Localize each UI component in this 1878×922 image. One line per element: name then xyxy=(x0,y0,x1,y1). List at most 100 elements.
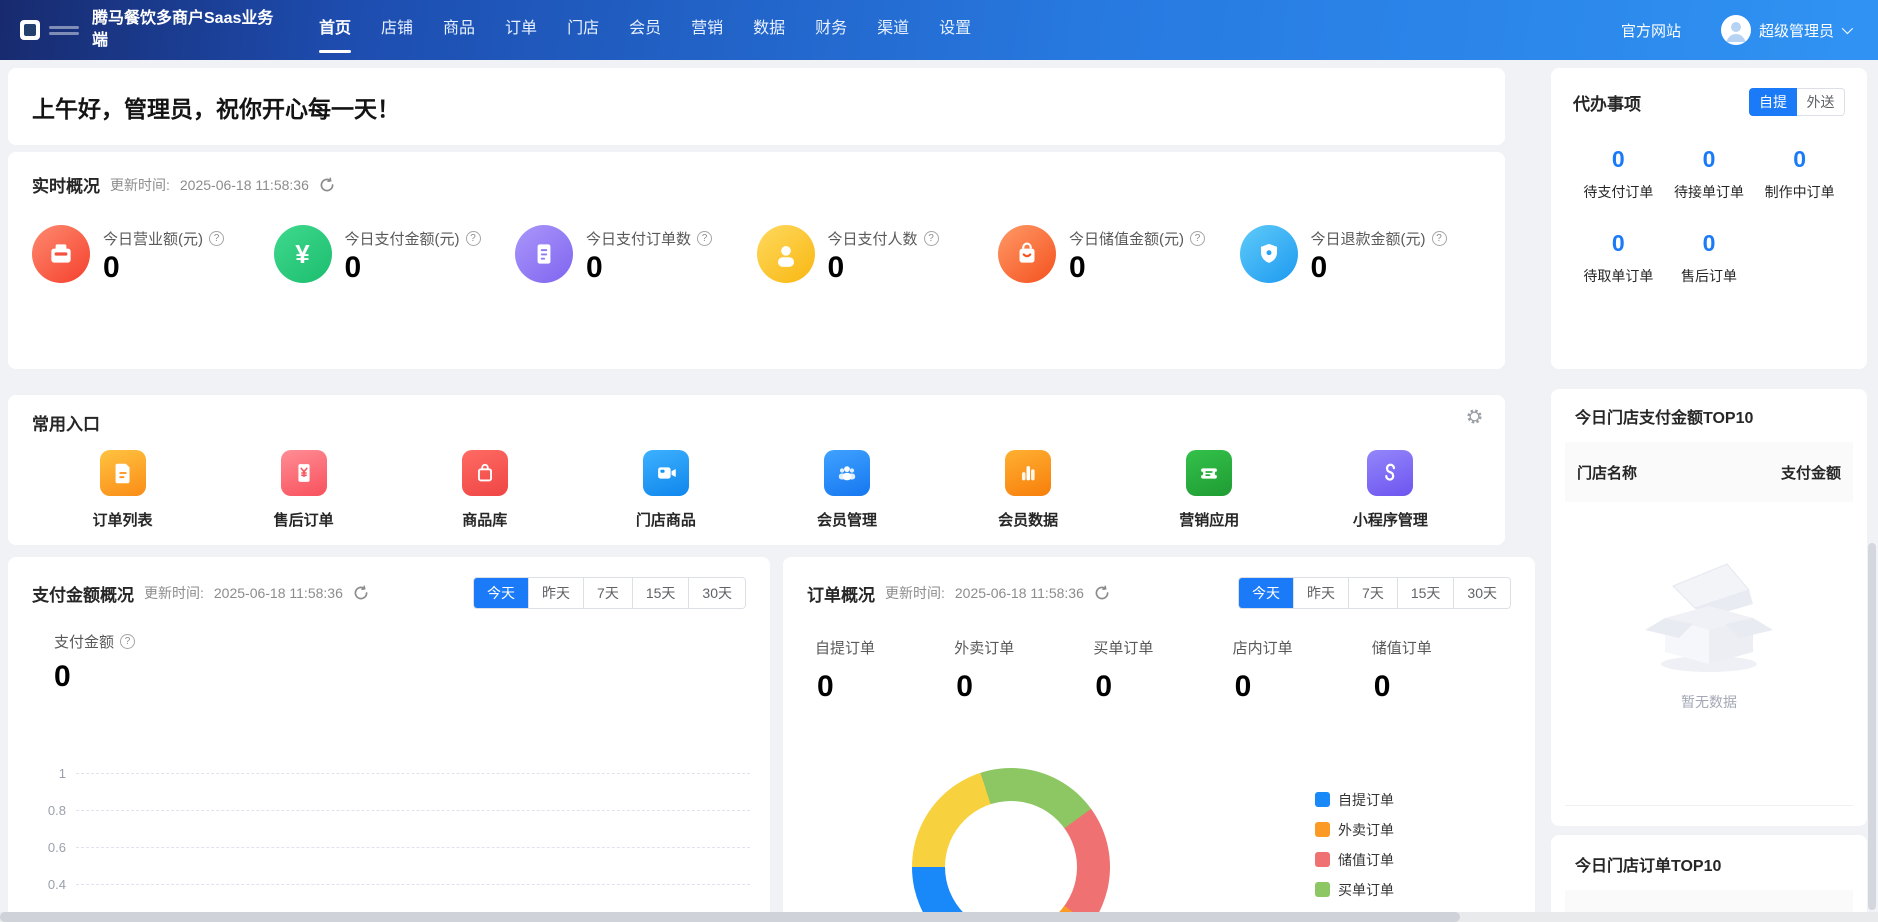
entry-order-list[interactable]: 订单列表 xyxy=(93,450,153,530)
shield-icon xyxy=(1240,225,1298,283)
stat-pay-amount: ¥ 今日支付金额(元)? 0 xyxy=(274,225,516,285)
cash-register-icon xyxy=(32,225,90,283)
entry-after-sale-orders[interactable]: 售后订单 xyxy=(274,450,334,530)
menu-item-settings[interactable]: 设置 xyxy=(924,0,986,60)
y-tick: 0.8 xyxy=(32,803,66,818)
menu-item-marketing[interactable]: 营销 xyxy=(676,0,738,60)
menu-item-orders[interactable]: 订单 xyxy=(490,0,552,60)
stat-value: 0 xyxy=(828,251,939,285)
entry-label: 小程序管理 xyxy=(1353,509,1428,530)
horizontal-scrollbar-track[interactable] xyxy=(0,912,1878,922)
legend-label: 自提订单 xyxy=(1338,790,1394,810)
menu-item-stores[interactable]: 门店 xyxy=(552,0,614,60)
tab-today[interactable]: 今天 xyxy=(474,578,528,608)
stat-value: 0 xyxy=(103,251,224,285)
menu-item-channels[interactable]: 渠道 xyxy=(862,0,924,60)
entry-member-manage[interactable]: 会员管理 xyxy=(817,450,877,530)
entry-marketing-apps[interactable]: 营销应用 xyxy=(1179,450,1239,530)
tab-15days[interactable]: 15天 xyxy=(632,578,689,608)
vertical-scrollbar-thumb[interactable] xyxy=(1868,543,1876,910)
help-icon[interactable]: ? xyxy=(209,231,224,246)
help-icon[interactable]: ? xyxy=(1432,231,1447,246)
order-stat-stored: 储值订单 0 xyxy=(1372,637,1511,704)
todo-item-unpaid[interactable]: 0 待支付订单 xyxy=(1573,146,1664,202)
tab-15days[interactable]: 15天 xyxy=(1397,578,1454,608)
todo-value: 0 xyxy=(1664,146,1755,173)
shopping-bag-icon xyxy=(998,225,1056,283)
user-avatar xyxy=(1721,15,1751,45)
person-icon xyxy=(1721,15,1751,45)
update-time: 2025-06-18 11:58:36 xyxy=(955,585,1084,601)
order-stat-value: 0 xyxy=(1374,670,1511,704)
official-site-link[interactable]: 官方网站 xyxy=(1621,20,1681,41)
tab-yesterday[interactable]: 昨天 xyxy=(528,578,583,608)
help-icon[interactable]: ? xyxy=(924,231,939,246)
legend-item-paybill[interactable]: 买单订单 xyxy=(1315,879,1394,900)
stat-label: 今日支付订单数 xyxy=(586,228,691,249)
horizontal-scrollbar-thumb[interactable] xyxy=(0,912,1460,922)
todo-item-making[interactable]: 0 制作中订单 xyxy=(1754,146,1845,202)
navbar-right: 官方网站 超级管理员 xyxy=(1621,15,1850,45)
legend-item-pickup[interactable]: 自提订单 xyxy=(1315,789,1394,810)
tab-30days[interactable]: 30天 xyxy=(1453,578,1510,608)
todo-label: 制作中订单 xyxy=(1754,182,1845,202)
entry-label: 门店商品 xyxy=(636,509,696,530)
help-icon[interactable]: ? xyxy=(697,231,712,246)
help-icon[interactable]: ? xyxy=(466,231,481,246)
menu-item-goods[interactable]: 商品 xyxy=(428,0,490,60)
legend-item-takeout[interactable]: 外卖订单 xyxy=(1315,819,1394,840)
user-menu[interactable]: 超级管理员 xyxy=(1721,15,1850,45)
order-stat-value: 0 xyxy=(1235,670,1372,704)
tab-7days[interactable]: 7天 xyxy=(1348,578,1397,608)
order-stat-label: 店内订单 xyxy=(1233,637,1372,658)
y-tick: 0.4 xyxy=(32,877,66,892)
legend-label: 外卖订单 xyxy=(1338,820,1394,840)
stat-pay-users: 今日支付人数? 0 xyxy=(757,225,999,285)
entry-goods-library[interactable]: 商品库 xyxy=(462,450,508,530)
top-orders-title: 今日门店订单TOP10 xyxy=(1551,852,1867,876)
entry-member-data[interactable]: 会员数据 xyxy=(998,450,1058,530)
payment-metric: 支付金额 ? 0 xyxy=(54,631,746,694)
toggle-delivery[interactable]: 外送 xyxy=(1797,88,1845,116)
order-stat-value: 0 xyxy=(956,670,1093,704)
menu-item-members[interactable]: 会员 xyxy=(614,0,676,60)
refresh-icon[interactable] xyxy=(1094,585,1110,601)
entry-miniprogram[interactable]: 小程序管理 xyxy=(1353,450,1428,530)
quick-entry-card: 常用入口 订单列表 xyxy=(8,395,1505,545)
help-icon[interactable]: ? xyxy=(1190,231,1205,246)
todo-item-after-sale[interactable]: 0 售后订单 xyxy=(1664,230,1755,286)
top-payment-table-header: 门店名称 支付金额 xyxy=(1565,442,1853,502)
update-label: 更新时间: xyxy=(885,583,945,603)
update-label: 更新时间: xyxy=(144,583,204,603)
empty-box-illustration xyxy=(1631,546,1787,676)
refresh-icon[interactable] xyxy=(319,177,335,193)
legend-item-stored[interactable]: 储值订单 xyxy=(1315,849,1394,870)
entry-label: 会员管理 xyxy=(817,509,877,530)
divider xyxy=(1565,805,1853,806)
help-icon[interactable]: ? xyxy=(120,634,135,649)
marketing-app-icon xyxy=(1186,450,1232,496)
top-payment-card: 今日门店支付金额TOP10 门店名称 支付金额 暂无数据 xyxy=(1551,389,1867,826)
menu-item-home[interactable]: 首页 xyxy=(304,0,366,60)
refresh-icon[interactable] xyxy=(353,585,369,601)
gear-icon[interactable] xyxy=(1466,408,1483,430)
tab-7days[interactable]: 7天 xyxy=(583,578,632,608)
todo-label: 待取单订单 xyxy=(1573,266,1664,286)
miniprogram-icon xyxy=(1367,450,1413,496)
todo-item-to-pickup[interactable]: 0 待取单订单 xyxy=(1573,230,1664,286)
menu-item-shop[interactable]: 店铺 xyxy=(366,0,428,60)
entry-label: 商品库 xyxy=(462,509,507,530)
realtime-update-label: 更新时间: xyxy=(110,175,170,195)
stat-revenue: 今日营业额(元)? 0 xyxy=(32,225,274,285)
toggle-pickup[interactable]: 自提 xyxy=(1749,88,1797,116)
menu-item-finance[interactable]: 财务 xyxy=(800,0,862,60)
entry-store-goods[interactable]: 门店商品 xyxy=(636,450,696,530)
tab-today[interactable]: 今天 xyxy=(1239,578,1293,608)
quick-entry-title: 常用入口 xyxy=(32,410,100,435)
menu-item-data[interactable]: 数据 xyxy=(738,0,800,60)
todo-item-to-accept[interactable]: 0 待接单订单 xyxy=(1664,146,1755,202)
tab-30days[interactable]: 30天 xyxy=(688,578,745,608)
legend-swatch xyxy=(1315,882,1330,897)
legend-label: 储值订单 xyxy=(1338,850,1394,870)
tab-yesterday[interactable]: 昨天 xyxy=(1293,578,1348,608)
